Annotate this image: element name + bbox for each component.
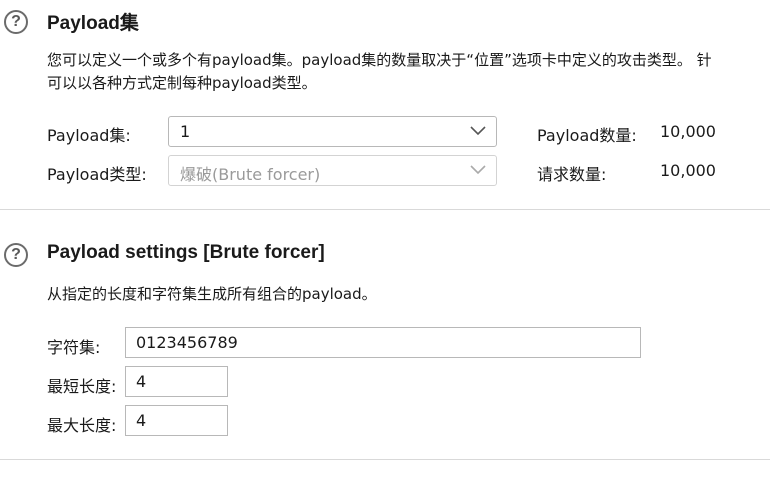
payload-type-dropdown[interactable]: 爆破(Brute forcer)	[168, 155, 497, 186]
max-length-input[interactable]: 4	[125, 405, 228, 436]
payload-type-label: Payload类型:	[47, 165, 147, 184]
payload-settings-section: ? Payload settings [Brute forcer] 从指定的长度…	[0, 210, 770, 460]
section-divider	[0, 459, 770, 460]
payload-sets-section: ? Payload集 您可以定义一个或多个有payload集。payload集的…	[0, 0, 770, 209]
max-length-label: 最大长度:	[47, 416, 117, 435]
charset-input[interactable]: 0123456789	[125, 327, 641, 358]
payload-set-dropdown[interactable]: 1	[168, 116, 497, 147]
min-length-input[interactable]: 4	[125, 366, 228, 397]
payload-sets-description-line2: 可以以各种方式定制每种payload类型。	[47, 74, 317, 92]
max-length-value: 4	[136, 411, 147, 430]
min-length-label: 最短长度:	[47, 377, 117, 396]
payload-set-value: 1	[180, 122, 191, 141]
charset-value: 0123456789	[136, 333, 238, 352]
request-count-value: 10,000	[660, 161, 716, 180]
payload-sets-title: Payload集	[47, 13, 139, 34]
chevron-down-icon	[470, 126, 486, 136]
payload-settings-description: 从指定的长度和字符集生成所有组合的payload。	[47, 285, 377, 303]
chevron-down-icon	[470, 165, 486, 175]
payload-count-value: 10,000	[660, 122, 716, 141]
payload-set-label: Payload集:	[47, 126, 131, 145]
payload-type-value: 爆破(Brute forcer)	[180, 165, 321, 184]
help-icon[interactable]: ?	[4, 10, 28, 34]
payload-sets-description-line1: 您可以定义一个或多个有payload集。payload集的数量取决于“位置”选项…	[47, 51, 712, 69]
payload-count-label: Payload数量:	[537, 126, 637, 145]
min-length-value: 4	[136, 372, 147, 391]
request-count-label: 请求数量:	[537, 165, 607, 184]
charset-label: 字符集:	[47, 338, 101, 357]
help-icon[interactable]: ?	[4, 243, 28, 267]
payload-settings-title: Payload settings [Brute forcer]	[47, 242, 325, 263]
